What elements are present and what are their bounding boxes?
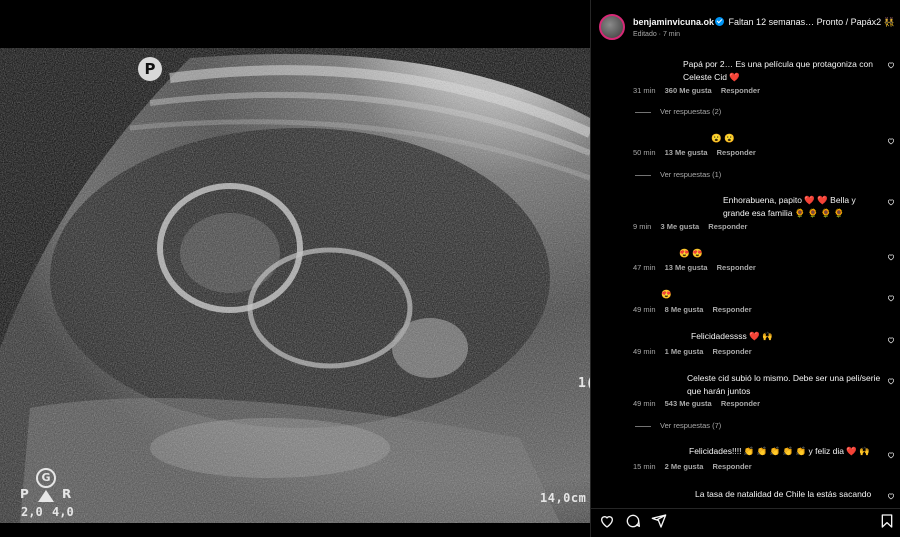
comment-likes[interactable]: 1 Me gusta [665,347,704,356]
comment-time: 47 min [633,263,656,272]
reply-button[interactable]: Responder [717,148,756,157]
view-replies-label: Ver respuestas (1) [660,170,722,179]
reply-button[interactable]: Responder [712,347,751,356]
comment-like-heart-icon[interactable] [887,137,895,145]
comment-time: 31 min [633,86,656,95]
comment-likes[interactable]: 8 Me gusta [665,305,704,314]
comment: Felicidadessss ❤️ 🙌 [631,330,881,343]
comment-meta: 49 min 1 Me gusta Responder [633,347,759,356]
comment-like-heart-icon[interactable] [887,492,895,500]
reply-button[interactable]: Responder [708,222,747,231]
comment-likes[interactable]: 2 Me gusta [665,462,704,471]
comment-likes[interactable]: 3 Me gusta [660,222,699,231]
comment-likes[interactable]: 543 Me gusta [665,399,712,408]
edited-timestamp: Editado · 7 min [633,31,681,38]
comment-time: 49 min [633,347,656,356]
view-replies-label: Ver respuestas (7) [660,421,722,430]
comment-like-heart-icon[interactable] [887,61,895,69]
comment-likes[interactable]: 13 Me gusta [665,148,708,157]
post-header: benjaminvicuna.ok Faltan 12 semanas… Pro… [591,0,900,48]
comment-like-heart-icon[interactable] [887,294,895,302]
comment: 😮 😮 [631,132,881,145]
gain-right-value: 4,0 [52,505,74,519]
comment-time: 15 min [633,462,656,471]
post-action-bar [591,508,900,537]
comment: Celeste cid subió lo mismo. Debe ser una… [631,372,881,398]
comment-text: 😮 😮 [711,133,735,143]
comment-text: Papá por 2… Es una película que protagon… [683,59,873,82]
reply-button[interactable]: Responder [721,86,760,95]
view-replies-button[interactable]: Ver respuestas (2) [635,107,721,116]
comment: 😍 [631,288,881,301]
reply-button[interactable]: Responder [721,399,760,408]
gain-triangle-icon [38,490,54,502]
comment-time: 9 min [633,222,652,231]
username-link[interactable]: benjaminvicuna.ok [633,17,714,27]
comment-text: Celeste cid subió lo mismo. Debe ser una… [687,373,881,396]
comment-text: 😍 [661,289,672,299]
gain-left-value: 2,0 [21,505,43,519]
comment: 😍 😍 [631,247,881,260]
comment-like-heart-icon[interactable] [887,198,895,206]
comment-likes[interactable]: 13 Me gusta [665,263,708,272]
comment-meta: 49 min 543 Me gusta Responder [633,399,767,408]
comment-time: 50 min [633,148,656,157]
avatar[interactable] [599,14,625,40]
gain-right-label: R [62,487,72,501]
comment-like-heart-icon[interactable] [887,253,895,261]
replies-divider [635,111,651,113]
reply-button[interactable]: Responder [712,305,751,314]
comment-text: Felicidades!!!! 👏 👏 👏 👏 👏 y feliz dia ❤️… [689,446,870,456]
reply-button[interactable]: Responder [712,462,751,471]
comment-text: La tasa de natalidad de Chile la estás s… [695,489,872,499]
comment-bubble-icon[interactable] [625,513,641,529]
view-replies-button[interactable]: Ver respuestas (7) [635,421,721,430]
comment-meta: 15 min 2 Me gusta Responder [633,462,759,471]
probe-orientation-badge: P [138,57,162,81]
post-side-panel: benjaminvicuna.ok Faltan 12 semanas… Pro… [590,0,900,537]
comment: Enhorabuena, papito ❤️ ❤️ Bella y grande… [631,194,881,220]
comment-text: Enhorabuena, papito ❤️ ❤️ Bella y grande… [723,195,856,218]
ultrasound-image [0,48,590,523]
comment-likes[interactable]: 360 Me gusta [665,86,712,95]
comment-like-heart-icon[interactable] [887,451,895,459]
post-media: P 1( 14,0cm G P R 2,0 4,0 [0,0,590,537]
edge-label: 1( [578,376,590,391]
reply-button[interactable]: Responder [717,263,756,272]
paper-plane-icon[interactable] [651,513,667,529]
gain-indicator: G P R 2,0 4,0 [18,468,78,520]
replies-divider [635,174,651,176]
comment: Papá por 2… Es una película que protagon… [631,58,881,84]
bookmark-icon[interactable] [879,513,895,529]
view-replies-label: Ver respuestas (2) [660,107,722,116]
comment-meta: 49 min 8 Me gusta Responder [633,305,759,314]
gain-center-label: G [36,468,56,488]
replies-divider [635,425,651,427]
comment-text: 😍 😍 [679,248,703,258]
verified-badge-icon [715,17,725,26]
comment-text: Felicidadessss ❤️ 🙌 [691,331,773,341]
comment-meta: 9 min 3 Me gusta Responder [633,222,754,231]
heart-outline-icon[interactable] [599,513,615,529]
gain-left-label: P [20,487,29,501]
depth-label: 14,0cm [540,491,587,505]
comment-like-heart-icon[interactable] [887,377,895,385]
comment-time: 49 min [633,305,656,314]
comment: Felicidades!!!! 👏 👏 👏 👏 👏 y feliz dia ❤️… [631,445,881,458]
comment: La tasa de natalidad de Chile la estás s… [631,488,881,501]
comment-list[interactable]: Papá por 2… Es una película que protagon… [591,48,900,508]
comment-time: 49 min [633,399,656,408]
comment-meta: 50 min 13 Me gusta Responder [633,148,763,157]
view-replies-button[interactable]: Ver respuestas (1) [635,170,721,179]
comment-meta: 31 min 360 Me gusta Responder [633,86,767,95]
comment-meta: 47 min 13 Me gusta Responder [633,263,763,272]
ultrasound-scan [0,48,590,523]
comment-like-heart-icon[interactable] [887,336,895,344]
caption-text: Faltan 12 semanas… Pronto / Papáx2 👯 [728,17,895,27]
caption: benjaminvicuna.ok Faltan 12 semanas… Pro… [633,16,895,28]
